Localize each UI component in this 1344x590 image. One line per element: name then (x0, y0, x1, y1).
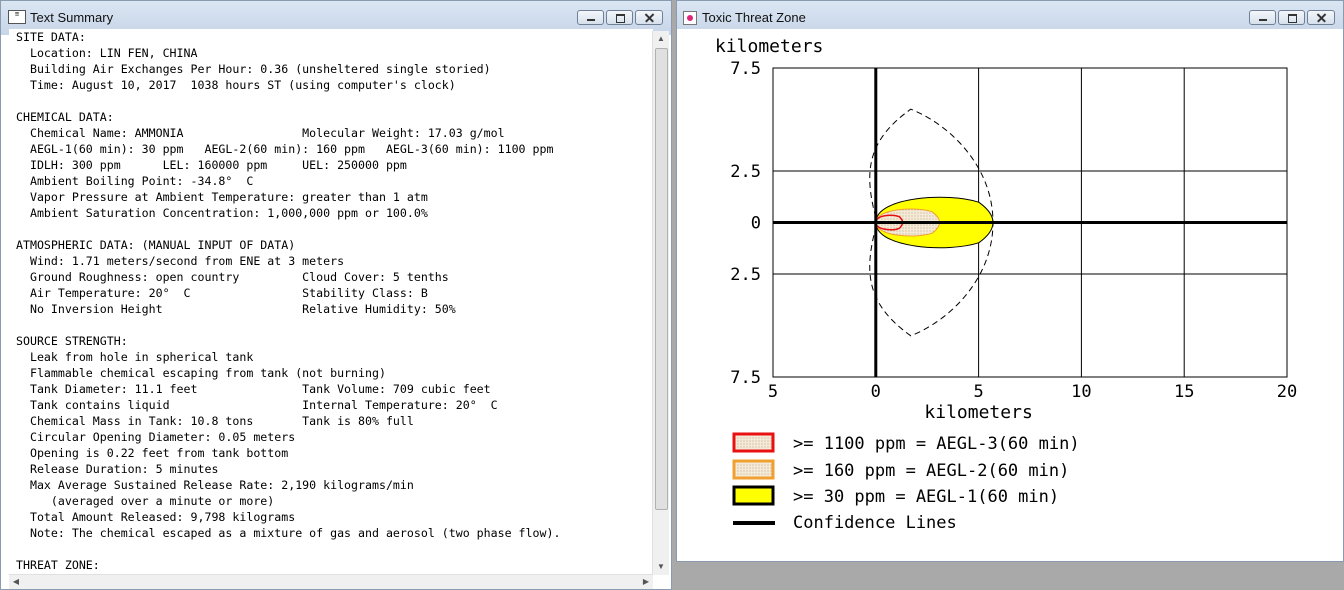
maximize-button[interactable] (1278, 10, 1305, 25)
x-tick-label: 5 (768, 382, 778, 402)
vertical-scrollbar[interactable]: ▲ ▼ (652, 31, 669, 575)
scroll-down-arrow-icon[interactable]: ▼ (653, 559, 669, 575)
legend-label: >= 30 ppm = AEGL-1(60 min) (793, 487, 1059, 507)
y-tick-label: 7.5 (730, 368, 761, 388)
window-title: Text Summary (30, 10, 114, 25)
legend-swatch (732, 432, 775, 453)
y-tick-label: 2.5 (730, 162, 761, 182)
summary-text-area[interactable]: SITE DATA: Location: LIN FEN, CHINA Buil… (9, 29, 653, 576)
x-tick-label: 15 (1174, 382, 1194, 402)
horizontal-scrollbar[interactable]: ◀ ▶ (9, 574, 653, 589)
scroll-right-arrow-icon[interactable]: ▶ (639, 575, 653, 589)
x-tick-label: 0 (871, 382, 881, 402)
legend-label: Confidence Lines (793, 513, 957, 533)
close-button[interactable] (1307, 10, 1335, 25)
threat-zone-plot-area: kilometers kilometers 7.5 2.5 0 2.5 7.5 5 0 5 10 15… (677, 29, 1343, 561)
toxic-threat-zone-window: Toxic Threat Zone kilometers kilometers 7.… (676, 0, 1344, 562)
x-axis-label: kilometers (924, 402, 1032, 423)
y-axis-label: kilometers (715, 36, 823, 57)
close-button[interactable] (635, 10, 663, 25)
x-tick-label: 5 (973, 382, 983, 402)
legend-label: >= 1100 ppm = AEGL-3(60 min) (793, 434, 1080, 454)
vertical-scroll-thumb[interactable] (655, 48, 668, 510)
text-document-icon: ≡ (8, 10, 26, 24)
maximize-button[interactable] (606, 10, 633, 25)
x-tick-label: 10 (1071, 382, 1091, 402)
threat-zone-chart: kilometerskilometers7.52.502.57.55 0 5 10 15… (715, 36, 1297, 533)
scroll-up-arrow-icon[interactable]: ▲ (653, 31, 669, 47)
window-title: Toxic Threat Zone (702, 10, 806, 25)
y-tick-label: 0 (751, 214, 761, 234)
y-tick-label: 7.5 (730, 59, 761, 79)
x-tick-label: 20 (1277, 382, 1297, 402)
scroll-left-arrow-icon[interactable]: ◀ (9, 575, 23, 589)
threat-zone-app-icon (683, 11, 697, 25)
summary-text: SITE DATA: Location: LIN FEN, CHINA Buil… (16, 30, 561, 572)
y-tick-label: 2.5 (730, 265, 761, 285)
minimize-button[interactable] (1249, 10, 1276, 25)
text-summary-window: ≡ Text Summary SITE DATA: Location: LIN … (0, 0, 672, 590)
minimize-button[interactable] (577, 10, 604, 25)
legend-swatch (732, 459, 775, 480)
legend-label: >= 160 ppm = AEGL-2(60 min) (793, 461, 1069, 481)
legend-swatch (732, 485, 775, 506)
